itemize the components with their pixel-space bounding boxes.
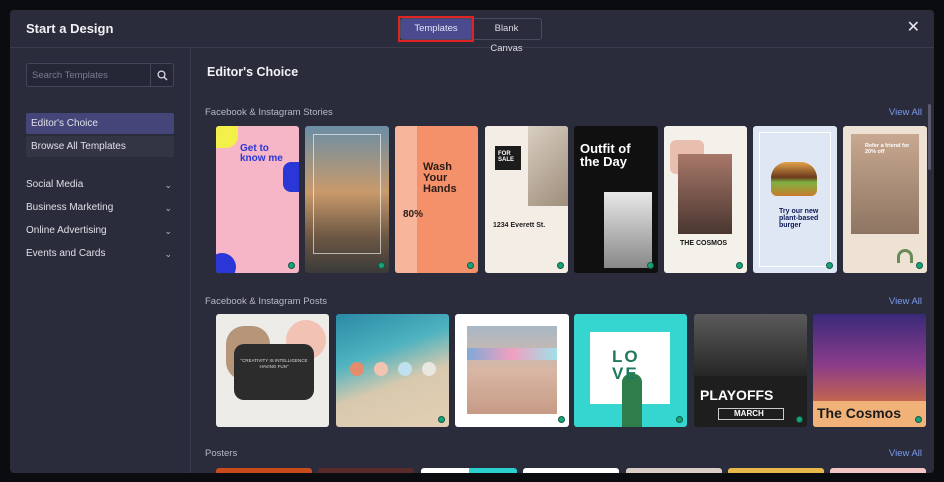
story-template-card[interactable]: Refer a friend for 20% off [843, 126, 927, 273]
card-title: Refer a friend for 20% off [865, 143, 910, 155]
tab-blank-canvas[interactable]: Blank Canvas [471, 19, 541, 54]
chevron-down-icon: ⌄ [164, 203, 172, 213]
card-subtitle: 1234 Everett St. [493, 222, 546, 229]
category-online-advertising[interactable]: Online Advertising ⌄ [26, 222, 174, 240]
status-dot [558, 416, 565, 423]
post-template-card[interactable] [336, 314, 449, 427]
modal-title: Start a Design [26, 21, 114, 36]
section-title-stories: Facebook & Instagram Stories [205, 107, 333, 118]
chevron-down-icon: ⌄ [164, 249, 172, 259]
poster-template-card[interactable] [626, 468, 722, 473]
design-mode-toggle: Templates Blank Canvas [398, 16, 542, 54]
post-template-card[interactable]: PLAYOFFS MARCH [694, 314, 807, 427]
card-title: Wash Your Hands [423, 161, 457, 195]
sidebar: Editor's Choice Browse All Templates Soc… [10, 48, 191, 473]
chevron-down-icon: ⌄ [164, 180, 172, 190]
status-dot [915, 416, 922, 423]
view-all-posts-link[interactable]: View All [889, 296, 922, 307]
page-title: Editor's Choice [207, 65, 299, 79]
category-label: Events and Cards [26, 248, 106, 259]
card-subtitle: MARCH [734, 409, 764, 418]
card-title: FOR SALE [498, 151, 515, 163]
story-template-card[interactable]: Outfit of the Day [574, 126, 658, 273]
category-social-media[interactable]: Social Media ⌄ [26, 176, 174, 194]
status-dot [736, 262, 743, 269]
story-template-card[interactable]: Wash Your Hands 80% [395, 126, 478, 273]
modal-header: Start a Design Templates Blank Canvas ✕ [10, 10, 934, 54]
close-icon[interactable]: ✕ [907, 20, 920, 36]
card-title: Try our new plant-based burger [779, 208, 819, 229]
poster-template-card[interactable] [523, 468, 619, 473]
story-template-card[interactable]: THE COSMOS [664, 126, 747, 273]
post-template-card[interactable]: LO VE [574, 314, 687, 427]
status-dot [826, 262, 833, 269]
tab-templates[interactable]: Templates [398, 16, 474, 42]
card-subtitle: 80% [403, 209, 424, 220]
status-dot [438, 416, 445, 423]
card-title: LO VE [612, 347, 640, 383]
poster-template-card[interactable] [830, 468, 926, 473]
search-button[interactable] [150, 64, 173, 86]
story-template-card[interactable]: Try our new plant-based burger [753, 126, 837, 273]
poster-template-card[interactable] [216, 468, 312, 473]
category-label: Online Advertising [26, 225, 107, 236]
category-business-marketing[interactable]: Business Marketing ⌄ [26, 199, 174, 217]
view-all-posters-link[interactable]: View All [889, 448, 922, 459]
category-events-cards[interactable]: Events and Cards ⌄ [26, 245, 174, 263]
poster-template-card[interactable] [728, 468, 824, 473]
start-design-modal: Start a Design Templates Blank Canvas ✕ … [10, 10, 934, 473]
view-all-stories-link[interactable]: View All [889, 107, 922, 118]
template-gallery: Editor's Choice Facebook & Instagram Sto… [192, 48, 934, 473]
card-title: Get to know me [240, 143, 283, 164]
story-template-card[interactable]: FOR SALE 1234 Everett St. [485, 126, 568, 273]
poster-template-card[interactable] [318, 468, 414, 473]
section-title-posts: Facebook & Instagram Posts [205, 296, 327, 307]
post-template-card[interactable]: The Cosmos [813, 314, 926, 427]
sidebar-item-browse-all[interactable]: Browse All Templates [26, 136, 174, 157]
card-title: "CREATIVITY IS INTELLIGENCE HAVING FUN" [240, 358, 308, 370]
search-input[interactable] [27, 64, 151, 86]
status-dot [647, 262, 654, 269]
category-label: Social Media [26, 179, 84, 190]
status-dot [557, 262, 564, 269]
status-dot [378, 262, 385, 269]
status-dot [288, 262, 295, 269]
card-title: THE COSMOS [680, 240, 728, 247]
status-dot [467, 262, 474, 269]
card-title: Outfit of the Day [580, 141, 631, 169]
status-dot [916, 262, 923, 269]
scrollbar[interactable] [928, 104, 931, 170]
post-template-card[interactable] [455, 314, 569, 427]
search-box [26, 63, 174, 87]
status-dot [676, 416, 683, 423]
sidebar-item-editors-choice[interactable]: Editor's Choice [26, 113, 174, 134]
card-title: PLAYOFFS [700, 387, 774, 403]
story-template-card[interactable]: Get to know me [216, 126, 299, 273]
section-title-posters: Posters [205, 448, 238, 459]
search-icon [156, 69, 167, 80]
chevron-down-icon: ⌄ [164, 226, 172, 236]
story-template-card[interactable] [305, 126, 389, 273]
poster-template-card[interactable] [421, 468, 517, 473]
status-dot [796, 416, 803, 423]
card-title: The Cosmos [817, 405, 902, 421]
category-label: Business Marketing [26, 202, 114, 213]
post-template-card[interactable]: "CREATIVITY IS INTELLIGENCE HAVING FUN" [216, 314, 329, 427]
